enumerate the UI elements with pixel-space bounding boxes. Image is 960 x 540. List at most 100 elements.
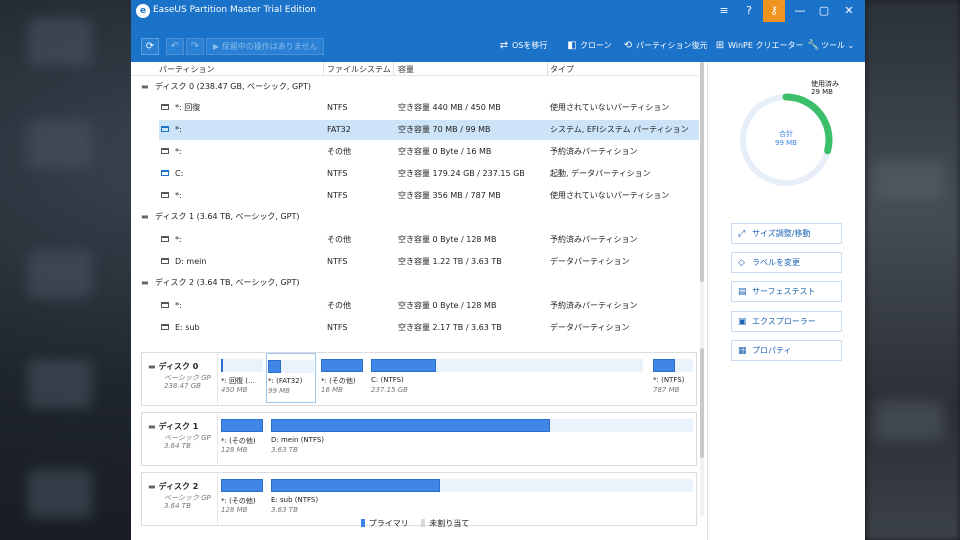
cell-type: 使用されていないパーティション [550,103,670,112]
cell-type: 予約済みパーティション [550,147,638,156]
explorer-button[interactable]: ▣ エクスプローラー [731,311,842,332]
column-filesystem[interactable]: ファイルシステム [327,64,391,75]
toolbar: ⟳ ↶ ↷ ▶ 保留中の操作はありません ⇄ OSを移行 ◧ クローン ⟲ パーティシ… [131,22,865,62]
table-row[interactable]: C: NTFS 空き容量 179.24 GB / 237.15 GB 起動, デ… [159,164,699,184]
explorer-label: エクスプローラー [752,317,816,326]
partition-segment[interactable]: D: mein (NTFS) 3.63 TB [270,419,694,459]
disk-map-card[interactable]: ▬ ディスク 0 ベーシック GP 238.47 GB *: 回復 (… 450 … [141,352,697,406]
disk-header[interactable]: ▬ ディスク 0 (238.47 GB, ベーシック, GPT) [141,78,311,96]
table-row[interactable]: D: mein NTFS 空き容量 1.22 TB / 3.63 TB データパ… [159,252,699,272]
cell-name: *: [175,125,182,134]
table-row[interactable]: *: その他 空き容量 0 Byte / 128 MB 予約済みパーティション [159,296,699,316]
redo-button[interactable]: ↷ [186,38,204,55]
boot-partition-icon [161,170,169,176]
app-logo-icon: e [136,4,150,18]
partition-icon [161,324,169,330]
table-scrollbar[interactable] [700,62,704,348]
change-label-button[interactable]: ◇ ラベルを変更 [731,252,842,273]
activate-key-icon[interactable]: ⚷ [763,0,785,22]
app-window: e EaseUS Partition Master Trial Edition … [131,0,865,540]
disk-header[interactable]: ▬ ディスク 2 (3.64 TB, ベーシック, GPT) [141,274,300,292]
column-capacity[interactable]: 容量 [398,64,414,75]
change-label-label: ラベルを変更 [752,258,800,267]
partition-segment[interactable]: *: (その他) 16 MB [320,359,364,399]
resize-move-label: サイズ調整/移動 [752,229,811,238]
partition-icon [161,148,169,154]
disk-icon: ▬ [141,278,149,287]
partition-segment[interactable]: C: (NTFS) 237.15 GB [370,359,644,399]
column-partition[interactable]: パーティション [159,64,215,75]
refresh-button[interactable]: ⟳ [141,38,159,55]
cell-name: *: [175,191,182,200]
partition-segment[interactable]: *: (その他) 128 MB [220,479,264,519]
menu-icon[interactable]: ≡ [713,0,735,22]
migrate-os-label: OSを移行 [512,41,548,50]
table-row-selected[interactable]: *: FAT32 空き容量 70 MB / 99 MB システム, EFIシステ… [159,120,699,140]
properties-icon: ▦ [738,346,747,356]
winpe-icon: ⊞ [715,40,725,51]
partition-segment-selected[interactable]: *: (FAT32) 99 MB [266,353,316,403]
partition-segment[interactable]: *: 回復 (… 450 MB [220,359,264,399]
properties-button[interactable]: ▦ プロパティ [731,340,842,361]
segment-size: 787 MB [653,386,680,394]
segment-label: E: sub (NTFS) [271,496,319,504]
title-bar: e EaseUS Partition Master Trial Edition … [131,0,865,22]
migrate-os-icon: ⇄ [499,40,509,51]
resize-move-button[interactable]: ⤢ サイズ調整/移動 [731,223,842,244]
table-row[interactable]: *: その他 空き容量 0 Byte / 128 MB 予約済みパーティション [159,230,699,250]
winpe-label: WinPE クリエーター [728,41,804,50]
segment-size: 99 MB [268,387,290,395]
table-row[interactable]: *: NTFS 空き容量 356 MB / 787 MB 使用されていないパーテ… [159,186,699,206]
disk-name: ディスク 0 [158,362,199,371]
column-type[interactable]: タイプ [550,64,574,75]
cell-fs: NTFS [327,323,348,332]
cell-capacity: 空き容量 1.22 TB / 3.63 TB [398,257,502,266]
cell-capacity: 空き容量 356 MB / 787 MB [398,191,501,200]
disk-map-card[interactable]: ▬ ディスク 1 ベーシック GP 3.64 TB *: (その他) 128 MB… [141,412,697,466]
winpe-creator-button[interactable]: ⊞ WinPE クリエーター [714,39,804,53]
undo-button[interactable]: ↶ [166,38,184,55]
disk-icon: ▬ [141,212,149,221]
desktop-wallpaper-right [866,0,960,540]
tag-icon: ◇ [738,258,745,268]
partition-segment[interactable]: *: (その他) 128 MB [220,419,264,459]
cell-type: 予約済みパーティション [550,301,638,310]
surface-test-icon: ▤ [738,287,747,297]
disk-header[interactable]: ▬ ディスク 1 (3.64 TB, ベーシック, GPT) [141,208,300,226]
segment-size: 450 MB [221,386,248,394]
minimize-button[interactable]: — [789,0,811,22]
cell-fs: NTFS [327,169,348,178]
partition-segment[interactable]: E: sub (NTFS) 3.63 TB [270,479,694,519]
table-row[interactable]: *: その他 空き容量 0 Byte / 16 MB 予約済みパーティション [159,142,699,162]
segment-label: *: (NTFS) [653,376,685,384]
disk-name: ディスク 1 [158,422,199,431]
pending-operations-button[interactable]: ▶ 保留中の操作はありません [206,38,324,55]
table-row[interactable]: *: 回復 NTFS 空き容量 440 MB / 450 MB 使用されていない… [159,98,699,118]
table-row[interactable]: E: sub NTFS 空き容量 2.17 TB / 3.63 TB データパー… [159,318,699,338]
cell-fs: NTFS [327,191,348,200]
disk-icon: ▬ [141,82,149,91]
cell-type: 起動, データパーティション [550,169,651,178]
tools-menu-button[interactable]: 🔧 ツール ⌄ [807,39,854,53]
segment-label: *: (その他) [221,437,256,445]
partition-recovery-button[interactable]: ⟲ パーティション復元 [622,39,708,53]
cell-fs: NTFS [327,103,348,112]
help-icon[interactable]: ? [738,0,760,22]
cell-name: *: [175,147,182,156]
disk-icon: ▬ [148,362,156,371]
surface-test-button[interactable]: ▤ サーフェステスト [731,281,842,302]
cell-capacity: 空き容量 2.17 TB / 3.63 TB [398,323,502,332]
maximize-button[interactable]: ▢ [813,0,835,22]
cell-fs: FAT32 [327,125,351,134]
close-button[interactable]: ✕ [838,0,860,22]
segment-size: 128 MB [221,446,248,454]
segment-size: 16 MB [321,386,343,394]
partition-icon [161,236,169,242]
partition-segment[interactable]: *: (NTFS) 787 MB [652,359,694,399]
disk-map-scrollbar[interactable] [700,348,704,516]
resize-icon: ⤢ [738,229,746,239]
clone-button[interactable]: ◧ クローン [566,39,611,53]
partition-icon [161,258,169,264]
segment-label: *: (その他) [321,377,356,385]
migrate-os-button[interactable]: ⇄ OSを移行 [498,39,548,53]
